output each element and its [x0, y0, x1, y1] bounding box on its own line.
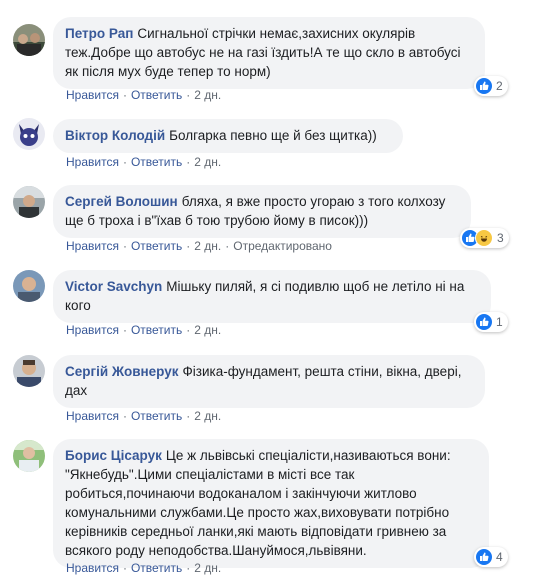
avatar[interactable]: [13, 24, 45, 56]
like-link[interactable]: Нравится: [66, 239, 119, 253]
comment-actions: Нравится · Ответить · 2 дн.: [66, 409, 222, 423]
avatar[interactable]: [13, 355, 45, 387]
comment-time[interactable]: 2 дн.: [194, 409, 221, 423]
reaction-summary[interactable]: 2: [474, 76, 508, 96]
comment-bubble: Борис Цісарук Це ж львівські спеціалісти,…: [53, 439, 489, 568]
like-link[interactable]: Нравится: [66, 409, 119, 423]
comment-time[interactable]: 2 дн.: [194, 323, 221, 337]
comment-time[interactable]: 2 дн.: [194, 88, 221, 102]
comment-actions: Нравится · Ответить · 2 дн.: [66, 88, 222, 102]
like-link[interactable]: Нравится: [66, 155, 119, 169]
reply-link[interactable]: Ответить: [131, 409, 182, 423]
comment-actions: Нравится · Ответить · 2 дн.: [66, 561, 222, 575]
comment-author[interactable]: Сергей Волошин: [65, 194, 178, 209]
edited-label[interactable]: Отредактировано: [233, 239, 332, 253]
like-icon: [476, 549, 492, 565]
comment-author[interactable]: Борис Цісарук: [65, 448, 162, 463]
avatar[interactable]: [13, 440, 45, 472]
like-link[interactable]: Нравится: [66, 561, 119, 575]
avatar[interactable]: [13, 118, 45, 150]
avatar[interactable]: [13, 186, 45, 218]
comment-text: Це ж львівські спеціалісти,називаються в…: [65, 448, 451, 558]
reaction-count: 4: [496, 550, 503, 564]
reply-link[interactable]: Ответить: [131, 155, 182, 169]
comment-bubble: Петро Рап Сигнальної стрічки немає,захисн…: [53, 17, 485, 89]
comment-author[interactable]: Петро Рап: [65, 26, 133, 41]
like-icon: [476, 314, 492, 330]
like-link[interactable]: Нравится: [66, 323, 119, 337]
reaction-count: 2: [496, 79, 503, 93]
comment-text: Болгарка певно ще й без щитка)): [169, 128, 377, 143]
like-link[interactable]: Нравится: [66, 88, 119, 102]
avatar[interactable]: [13, 270, 45, 302]
reaction-summary[interactable]: 1: [474, 312, 508, 332]
comment-author[interactable]: Віктор Колодій: [65, 128, 165, 143]
comment-bubble: Victor Savchyn Мішьку пиляй, я сі подивлю…: [53, 270, 491, 323]
comment-time[interactable]: 2 дн.: [194, 239, 221, 253]
reaction-count: 1: [496, 315, 503, 329]
comment-time[interactable]: 2 дн.: [194, 561, 221, 575]
reply-link[interactable]: Ответить: [131, 88, 182, 102]
comment-bubble: Сергей Волошин бляха, я вже просто угораю…: [53, 185, 471, 238]
reply-link[interactable]: Ответить: [131, 561, 182, 575]
reaction-count: 3: [497, 231, 504, 245]
reaction-summary[interactable]: 4: [474, 547, 508, 567]
like-icon: [476, 78, 492, 94]
comment-author[interactable]: Сергій Жовнерук: [65, 364, 179, 379]
haha-icon: [475, 229, 493, 247]
comment-bubble: Сергій Жовнерук Фізика-фундамент, решта с…: [53, 355, 485, 408]
comment-bubble: Віктор Колодій Болгарка певно ще й без щи…: [53, 119, 403, 153]
comment-author[interactable]: Victor Savchyn: [65, 279, 162, 294]
reply-link[interactable]: Ответить: [131, 239, 182, 253]
comment-actions: Нравится · Ответить · 2 дн.: [66, 323, 222, 337]
reaction-summary[interactable]: 3: [460, 228, 509, 248]
reply-link[interactable]: Ответить: [131, 323, 182, 337]
comment-actions: Нравится · Ответить · 2 дн.: [66, 155, 222, 169]
comment-actions: Нравится · Ответить · 2 дн. · Отредактировано: [66, 239, 332, 253]
comment-time[interactable]: 2 дн.: [194, 155, 221, 169]
